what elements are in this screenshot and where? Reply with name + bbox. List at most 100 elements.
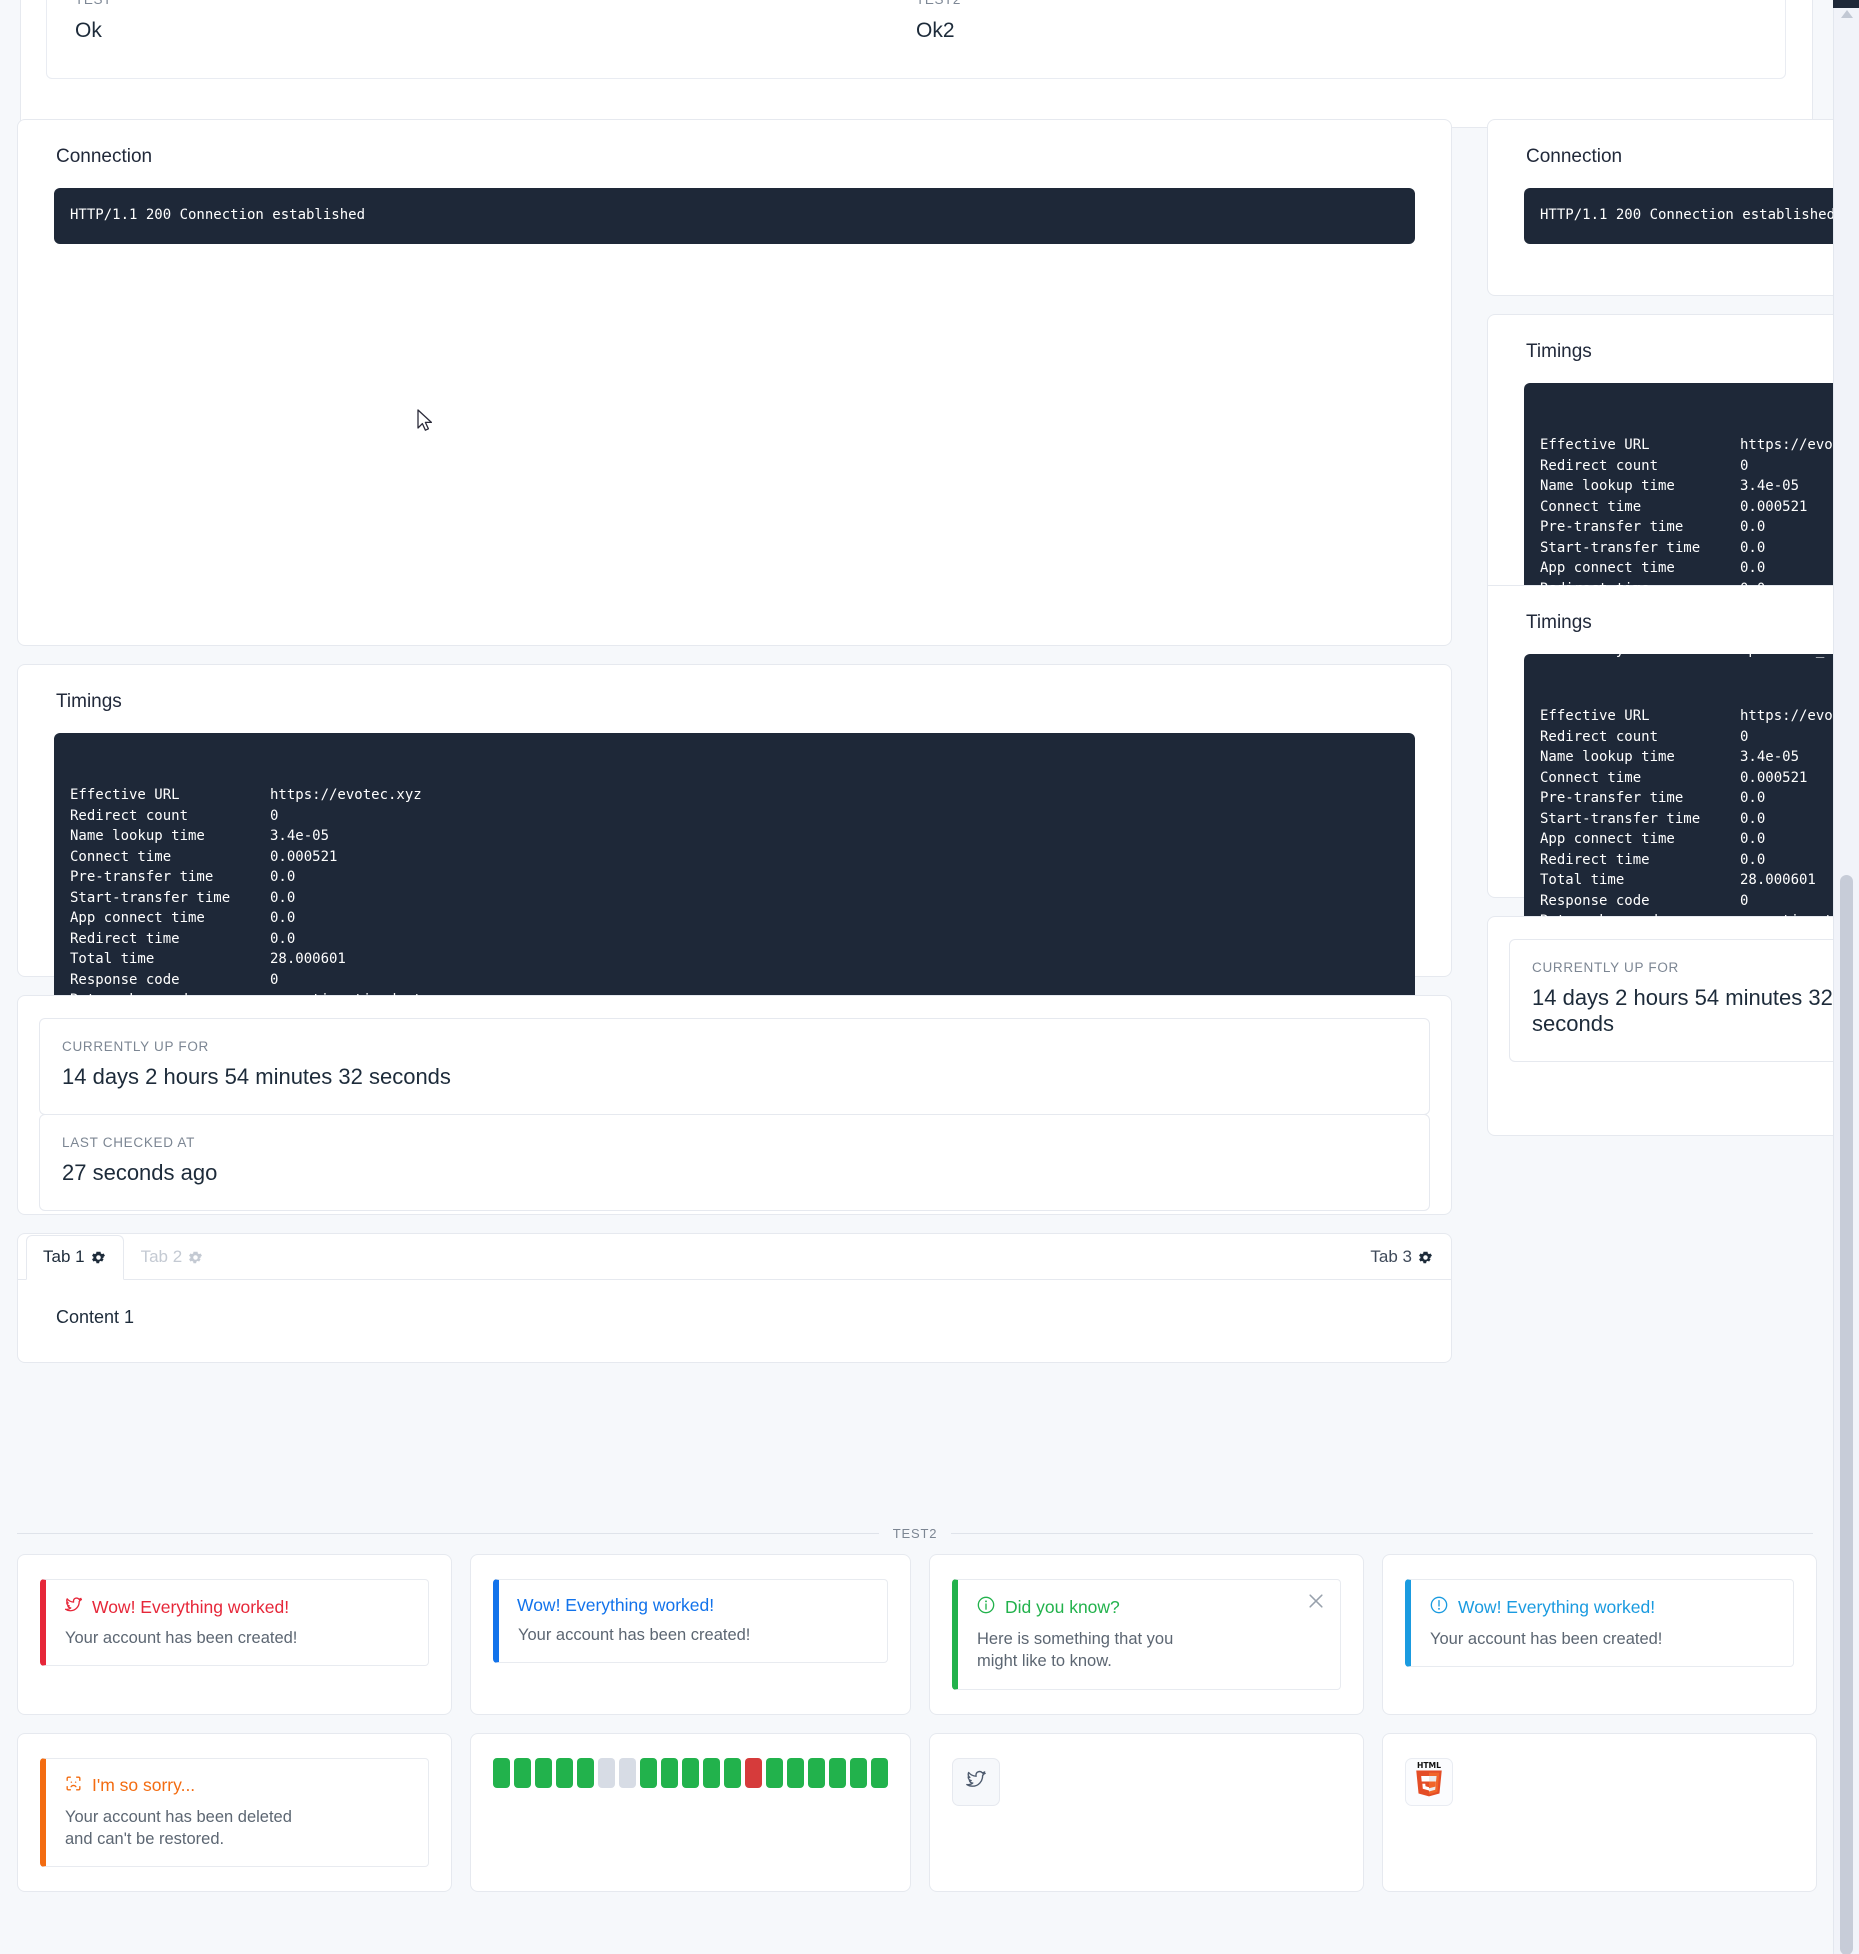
timings-key: Connect time <box>1540 498 1642 515</box>
tab-content: Content 1 <box>56 1307 135 1327</box>
gear-icon[interactable] <box>1417 1249 1434 1266</box>
status-indicator-strip <box>493 1757 888 1788</box>
timings-value: 3.4e-05 <box>1740 749 1800 766</box>
status-indicator-5[interactable] <box>598 1757 615 1788</box>
last-checked-value: 27 seconds ago <box>62 1160 218 1185</box>
alert-card-sorry: I'm so sorry... Your account has been de… <box>40 1757 429 1868</box>
connection-output: HTTP/1.1 200 Connection established <box>54 188 1415 244</box>
timings-key: Start-transfer time <box>1540 539 1701 556</box>
alert-tile: Wow! Everything worked! Your account has… <box>1382 1554 1817 1715</box>
status-indicator-2[interactable] <box>535 1757 552 1788</box>
scroll-up-arrow-icon[interactable] <box>1841 10 1853 18</box>
timings-value: operation_timedout <box>1740 642 1833 659</box>
timings-row: Pre-transfer time 0.0 <box>1540 789 1833 810</box>
field-value: Ok <box>75 19 102 42</box>
status-indicator-0[interactable] <box>493 1757 510 1788</box>
timings-value: https://evotec.xyz <box>270 787 422 804</box>
timings-panel-left: Timings Effective URL https://evotec.xyz … <box>17 664 1452 1065</box>
status-indicator-7[interactable] <box>640 1757 657 1788</box>
gear-icon[interactable] <box>90 1249 107 1266</box>
timings-value: 0 <box>1740 892 1749 909</box>
timings-row: Name lookup time 3.4e-05 <box>1540 477 1833 498</box>
close-icon[interactable] <box>1306 1591 1326 1611</box>
alert-card-info: Did you know? Here is something that you… <box>952 1579 1341 1690</box>
vertical-scrollbar[interactable] <box>1833 0 1859 1954</box>
tab-label: Tab 1 <box>43 1247 85 1266</box>
status-indicator-4[interactable] <box>577 1757 594 1788</box>
status-indicator-18[interactable] <box>871 1757 888 1788</box>
timings-row: Pre-transfer time 0.0 <box>1540 518 1833 539</box>
divider-label: TEST2 <box>892 1526 938 1541</box>
timings-value: 0.000521 <box>1740 769 1808 786</box>
status-indicator-1[interactable] <box>514 1757 531 1788</box>
alert-card-exclaim: Wow! Everything worked! Your account has… <box>1405 1579 1794 1668</box>
timings-key: App connect time <box>1540 560 1675 577</box>
alert-title-row: Wow! Everything worked! <box>64 1595 410 1619</box>
timings-row: Redirect count 0 <box>70 806 422 827</box>
timings-key: Pre-transfer time <box>1540 790 1684 807</box>
timings-row: App connect time 0.0 <box>1540 559 1833 580</box>
tab-2[interactable]: Tab 2 <box>124 1235 222 1280</box>
timings-row: Connect time 0.000521 <box>1540 768 1833 789</box>
status-indicator-11[interactable] <box>724 1757 741 1788</box>
timings-value: operation_timedout <box>1740 913 1833 930</box>
timings-value: 0.0 <box>1740 831 1766 848</box>
timings-row: Effective URL https://evotec.xyz <box>1540 436 1833 457</box>
timings-row: Name lookup time 3.4e-05 <box>1540 748 1833 769</box>
field-value: Ok2 <box>916 19 955 42</box>
alert-body: Your account has been created! <box>1430 1630 1663 1648</box>
scrollbar-thumb[interactable] <box>1840 875 1853 1954</box>
scroll-area[interactable]: Jonny 2 TEST Ok TEST2 Ok2 ✕ Connection <box>0 0 1833 1954</box>
timings-key: Redirect time <box>70 930 180 947</box>
gear-icon[interactable] <box>187 1249 204 1266</box>
twitter-button[interactable] <box>952 1757 1000 1806</box>
timings-key: Redirect count <box>1540 457 1659 474</box>
timings-key: Effective URL <box>1540 437 1650 454</box>
field-label: TEST2 <box>916 0 1757 7</box>
detail-card: Jonny 2 TEST Ok TEST2 Ok2 <box>46 0 1786 79</box>
status-indicator-15[interactable] <box>808 1757 825 1788</box>
info-circle-icon <box>976 1595 996 1620</box>
alert-body: Your account has been created! <box>518 1626 751 1644</box>
sad-face-icon <box>64 1774 83 1798</box>
timings-key: Name lookup time <box>1540 749 1675 766</box>
currently-up-for-card: CURRENTLY UP FOR 14 days 2 hours 54 minu… <box>39 1018 1430 1115</box>
status-indicator-10[interactable] <box>703 1757 720 1788</box>
timings-key: Total time <box>70 951 155 968</box>
timings-value: 0.000521 <box>270 848 338 865</box>
tab-3[interactable]: Tab 3 <box>1353 1235 1451 1280</box>
alert-title-row: Wow! Everything worked! <box>517 1595 869 1616</box>
timings-row: Connect time 0.000521 <box>1540 497 1833 518</box>
status-indicator-3[interactable] <box>556 1757 573 1788</box>
timings-value: 3.4e-05 <box>1740 478 1800 495</box>
tab-1[interactable]: Tab 1 <box>26 1235 124 1280</box>
timings-key: Connect time <box>1540 769 1642 786</box>
twitter-icon <box>64 1595 83 1619</box>
icon-tile-twitter <box>929 1732 1364 1893</box>
uptime-panel-right: CURRENTLY UP FOR 14 days 2 hours 54 minu… <box>1487 916 1833 1136</box>
status-indicator-12[interactable] <box>745 1757 762 1788</box>
status-indicator-16[interactable] <box>829 1757 846 1788</box>
last-checked-label: LAST CHECKED AT <box>62 1135 196 1150</box>
html5-badge: HTML <box>1405 1757 1453 1806</box>
status-indicator-9[interactable] <box>682 1757 699 1788</box>
detail-panel: Jonny 2 TEST Ok TEST2 Ok2 ✕ <box>20 0 1813 128</box>
timings-row: Redirect count 0 <box>1540 727 1833 748</box>
timings-key: Start-transfer time <box>70 889 231 906</box>
timings-key: Pre-transfer time <box>1540 519 1684 536</box>
alert-title-row: Did you know? <box>976 1595 1322 1620</box>
status-indicator-6[interactable] <box>619 1757 636 1788</box>
tab-label: Tab 2 <box>140 1247 183 1266</box>
status-indicator-17[interactable] <box>850 1757 867 1788</box>
status-indicator-13[interactable] <box>766 1757 783 1788</box>
tab-strip: Tab 1 Tab 2 Tab 3 <box>18 1234 1451 1280</box>
connection-heading: Connection <box>56 146 153 167</box>
timings-value: operation_timedout <box>270 992 422 1009</box>
detail-fields: TEST Ok TEST2 Ok2 <box>75 0 1757 43</box>
status-indicator-14[interactable] <box>787 1757 804 1788</box>
window-corner <box>1833 0 1859 8</box>
alert-title: Wow! Everything worked! <box>517 1595 715 1615</box>
divider-line-left <box>17 1533 879 1534</box>
timings-heading: Timings <box>56 691 122 712</box>
status-indicator-8[interactable] <box>661 1757 678 1788</box>
